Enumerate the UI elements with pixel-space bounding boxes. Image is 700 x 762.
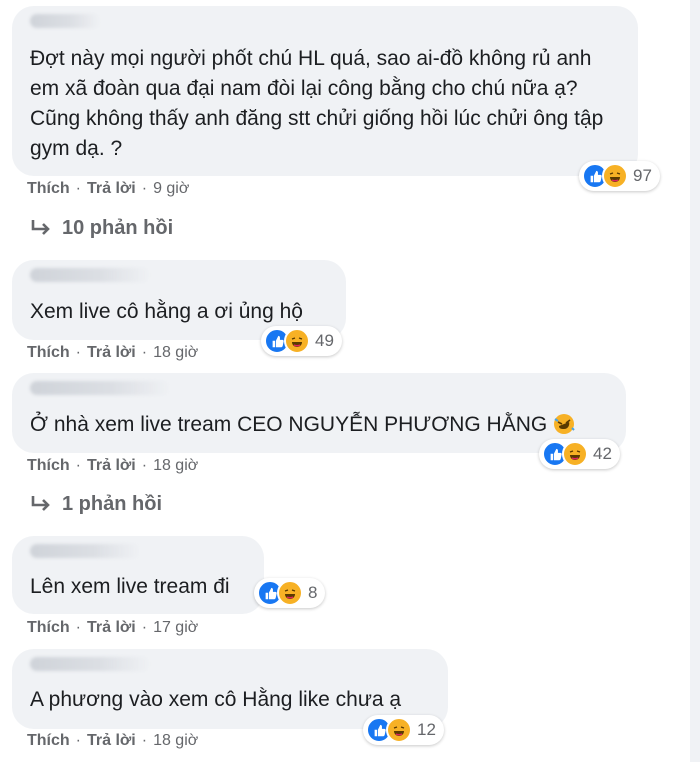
comment-text: Ở nhà xem live tream CEO NGUYỄN PHƯƠNG H…: [30, 410, 610, 440]
view-replies-link[interactable]: 10 phản hồi: [30, 214, 173, 242]
comment-text: Xem live cô hằng a ơi ủng hộ: [30, 300, 303, 323]
separator: ·: [141, 619, 148, 636]
replies-count: 10 phản hồi: [62, 216, 174, 239]
comment-actions: Thích · Trả lời · 18 giờ: [27, 730, 198, 752]
comment-text: Lên xem live tream đi: [30, 575, 230, 598]
haha-icon: [386, 717, 412, 743]
separator: ·: [75, 457, 81, 474]
separator: ·: [141, 732, 148, 749]
haha-icon: [562, 441, 588, 467]
reaction-summary[interactable]: 42: [539, 439, 620, 469]
reply-link[interactable]: Trả lời: [87, 180, 136, 198]
timestamp[interactable]: 9 giờ: [153, 180, 189, 198]
reaction-count: 42: [593, 444, 612, 463]
comment-bubble: Ở nhà xem live tream CEO NGUYỄN PHƯƠNG H…: [12, 373, 626, 453]
like-link[interactable]: Thích: [27, 180, 70, 198]
comment-bubble: Lên xem live tream đi: [12, 536, 264, 614]
separator: ·: [75, 344, 81, 361]
like-link[interactable]: Thích: [27, 732, 70, 750]
comment-text-content: Ở nhà xem live tream CEO NGUYỄN PHƯƠNG H…: [30, 413, 548, 436]
like-link[interactable]: Thích: [27, 344, 70, 362]
author-name-redacted: [30, 544, 140, 558]
replies-count: 1 phản hồi: [62, 492, 162, 515]
haha-icon: [602, 163, 628, 189]
separator: ·: [75, 180, 81, 197]
reaction-count: 97: [633, 166, 652, 185]
reply-link[interactable]: Trả lời: [87, 732, 136, 750]
haha-icon: [277, 580, 303, 606]
comment-actions: Thích · Trả lời · 9 giờ: [27, 178, 189, 200]
reaction-count: 8: [308, 583, 318, 602]
comment-actions: Thích · Trả lời · 18 giờ: [27, 455, 198, 477]
rofl-emoji-icon: [554, 414, 575, 434]
reaction-summary[interactable]: 97: [579, 161, 660, 191]
author-name-redacted: [30, 381, 170, 395]
reply-link[interactable]: Trả lời: [87, 457, 136, 475]
comment-text: Đợt này mọi người phốt chú HL quá, sao a…: [30, 47, 604, 160]
separator: ·: [75, 619, 81, 636]
timestamp[interactable]: 18 giờ: [153, 732, 198, 750]
separator: ·: [141, 180, 148, 197]
reply-link[interactable]: Trả lời: [87, 619, 136, 637]
author-name-redacted: [30, 657, 150, 671]
haha-icon: [284, 328, 310, 354]
author-name-redacted: [30, 268, 150, 282]
reaction-count: 12: [417, 720, 436, 739]
comment-actions: Thích · Trả lời · 17 giờ: [27, 617, 198, 639]
reaction-count: 49: [315, 331, 334, 350]
like-link[interactable]: Thích: [27, 457, 70, 475]
comment-text: A phương vào xem cô Hằng like chưa ạ: [30, 688, 402, 711]
comment-actions: Thích · Trả lời · 18 giờ: [27, 342, 198, 364]
comment-bubble: Đợt này mọi người phốt chú HL quá, sao a…: [12, 6, 638, 176]
separator: ·: [141, 344, 148, 361]
view-replies-link[interactable]: 1 phản hồi: [30, 490, 162, 518]
separator: ·: [75, 732, 81, 749]
timestamp[interactable]: 18 giờ: [153, 457, 198, 475]
timestamp[interactable]: 18 giờ: [153, 344, 198, 362]
author-name-redacted: [30, 14, 100, 28]
reply-arrow-icon: [31, 496, 50, 511]
reaction-summary[interactable]: 49: [261, 326, 342, 356]
reaction-summary[interactable]: 8: [254, 578, 326, 608]
reaction-summary[interactable]: 12: [363, 715, 444, 745]
reply-arrow-icon: [31, 220, 50, 235]
like-link[interactable]: Thích: [27, 619, 70, 637]
reply-link[interactable]: Trả lời: [87, 344, 136, 362]
separator: ·: [141, 457, 148, 474]
timestamp[interactable]: 17 giờ: [153, 619, 198, 637]
scrollbar[interactable]: [690, 0, 700, 762]
